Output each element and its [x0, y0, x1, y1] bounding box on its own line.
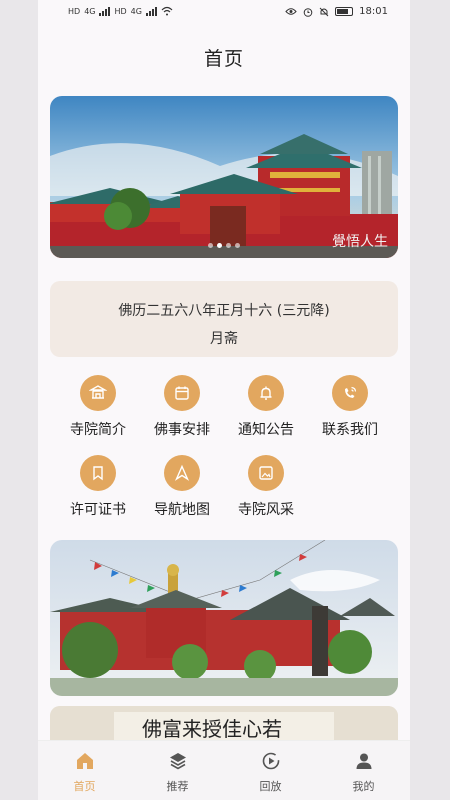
menu-temple-intro[interactable]: 寺院简介: [56, 375, 140, 439]
carousel-dot-active[interactable]: [217, 243, 222, 248]
bottom-tab-bar: 首页 推荐 回放 我的: [38, 740, 410, 800]
status-right: 18:01: [285, 6, 388, 17]
eye-icon: [285, 8, 297, 15]
banner-signboard-text: 覺悟人生: [332, 234, 388, 250]
image-icon: [248, 455, 284, 491]
banner-image: 覺悟人生: [50, 96, 398, 258]
menu-label: 联系我们: [322, 422, 378, 438]
menu-temple-gallery[interactable]: 寺院风采: [224, 455, 308, 519]
menu-navigation-map[interactable]: 导航地图: [140, 455, 224, 519]
layers-icon: [169, 753, 186, 770]
tab-label: 首页: [73, 780, 96, 793]
network-label-1: HD: [68, 6, 81, 16]
status-time: 18:01: [359, 6, 388, 17]
signal-icon: [145, 6, 157, 16]
menu-label: 许可证书: [70, 502, 126, 518]
mute-icon: [319, 7, 329, 16]
calendar-icon: [164, 375, 200, 411]
tab-label: 回放: [259, 780, 282, 793]
signal-icon: [99, 6, 111, 16]
carousel-dots: [208, 243, 240, 248]
tab-label: 我的: [352, 780, 375, 793]
wifi-icon: [161, 6, 173, 16]
tab-replay[interactable]: 回放: [224, 741, 317, 800]
banner-carousel[interactable]: 覺悟人生: [50, 96, 398, 258]
temple-icon: [80, 375, 116, 411]
alarm-icon: [303, 7, 313, 17]
page-title: 首页: [203, 48, 244, 70]
phone-screen: HD 4G HD 4G 18:01 首页 覺悟人生 佛历二五六八年正月十六 (三…: [38, 0, 410, 800]
tab-mine[interactable]: 我的: [317, 741, 410, 800]
replay-icon: [262, 752, 279, 770]
menu-contact-us[interactable]: 联系我们: [308, 375, 392, 439]
buddhist-calendar-card: 佛历二五六八年正月十六 (三元降) 月斋: [50, 281, 398, 357]
network-indicators: HD 4G HD 4G: [68, 6, 173, 16]
phone-icon: [332, 375, 368, 411]
tab-recommend[interactable]: 推荐: [131, 741, 224, 800]
menu-label: 寺院风采: [238, 502, 294, 518]
menu-label: 佛事安排: [154, 422, 210, 438]
network-label-2: 4G: [84, 6, 96, 16]
menu-ceremony-schedule[interactable]: 佛事安排: [140, 375, 224, 439]
navigation-icon: [164, 455, 200, 491]
temple-photo: [50, 540, 398, 696]
menu-label: 通知公告: [238, 422, 294, 438]
menu-label: 导航地图: [154, 502, 210, 518]
battery-icon: [335, 7, 354, 16]
menu-label: 寺院简介: [70, 422, 126, 438]
status-bar: HD 4G HD 4G 18:01: [38, 0, 410, 28]
calligraphy-text: 佛富来授佳心若: [142, 717, 282, 741]
network-label-3: HD: [114, 6, 127, 16]
user-icon: [356, 753, 371, 769]
calendar-fasting-note: 月斋: [210, 331, 238, 347]
tab-home[interactable]: 首页: [38, 741, 131, 800]
bookmark-icon: [80, 455, 116, 491]
carousel-dot[interactable]: [226, 243, 231, 248]
carousel-dot[interactable]: [235, 243, 240, 248]
temple-photo-card[interactable]: [50, 540, 398, 696]
menu-license-certificate[interactable]: 许可证书: [56, 455, 140, 519]
home-icon: [76, 753, 93, 769]
carousel-dot[interactable]: [208, 243, 213, 248]
tab-label: 推荐: [166, 780, 189, 793]
network-label-4: 4G: [130, 6, 142, 16]
menu-announcements[interactable]: 通知公告: [224, 375, 308, 439]
bell-icon: [248, 375, 284, 411]
calendar-date: 佛历二五六八年正月十六 (三元降): [118, 303, 330, 319]
